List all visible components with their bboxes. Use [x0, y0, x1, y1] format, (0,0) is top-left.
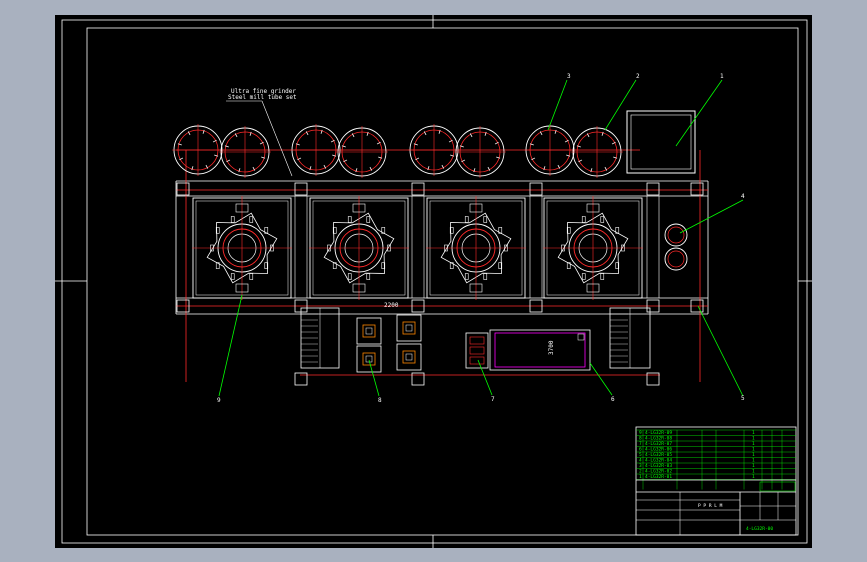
callout-label-6: 6	[611, 396, 615, 403]
callout-label-3: 3	[567, 73, 571, 80]
callout-label-9: 9	[217, 397, 221, 404]
callout-label-2: 2	[636, 73, 640, 80]
drawing-sheet	[55, 15, 812, 548]
cad-drawing-canvas: Ultra fine grinder Steel mill tube set 2…	[55, 15, 812, 548]
callout-label-1: 1	[720, 73, 724, 80]
title-cell: P P R L M	[698, 503, 723, 509]
callout-label-8: 8	[378, 397, 382, 404]
dimension-mid: 3700	[548, 340, 555, 355]
callout-label-7: 7	[491, 396, 495, 403]
dimension-top: 2200	[384, 302, 399, 309]
note-subtext: Steel mill tube set	[228, 94, 297, 101]
callout-label-5: 5	[741, 395, 745, 402]
callout-label-4: 4	[741, 193, 745, 200]
drawing-number: 4-LG32R-00	[746, 526, 773, 532]
